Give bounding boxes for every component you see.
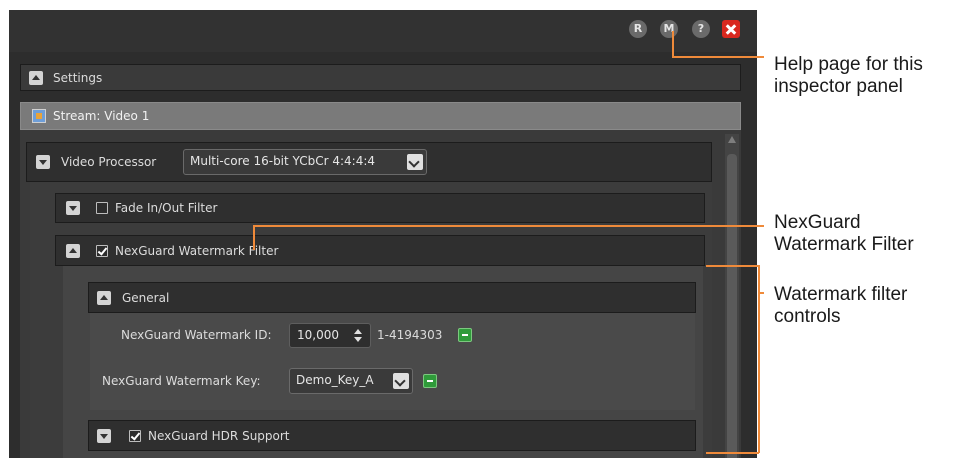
nexguard-filter-checkbox[interactable]: [96, 245, 108, 257]
m-button[interactable]: M: [660, 20, 678, 38]
fade-filter-header: Fade In/Out Filter: [55, 193, 705, 223]
hdr-support-label: NexGuard HDR Support: [148, 429, 290, 443]
callout-filter-text: NexGuard Watermark Filter: [774, 212, 914, 255]
reset-button[interactable]: [423, 374, 437, 388]
expand-toggle-icon[interactable]: [36, 155, 50, 169]
hdr-support-header: NexGuard HDR Support: [88, 420, 696, 451]
watermark-id-value: 10,000: [297, 328, 339, 342]
watermark-key-label: NexGuard Watermark Key:: [102, 374, 261, 388]
vertical-scrollbar[interactable]: [725, 134, 739, 458]
fade-filter-checkbox[interactable]: [96, 202, 108, 214]
callout-bracket-bottom: [706, 452, 759, 454]
stream-header[interactable]: Stream: Video 1: [20, 102, 741, 130]
expand-toggle-icon[interactable]: [97, 429, 111, 443]
collapse-toggle-icon[interactable]: [29, 71, 43, 85]
collapse-toggle-icon[interactable]: [66, 244, 80, 258]
callout-line: [758, 292, 764, 294]
callout-line: [672, 56, 764, 58]
video-processor-label: Video Processor: [61, 155, 157, 169]
stepper-arrows-icon[interactable]: [353, 327, 364, 344]
callout-help-text: Help page for this inspector panel: [774, 54, 923, 97]
chevron-down-icon[interactable]: [407, 154, 423, 170]
title-bar: R M ?: [9, 10, 757, 52]
general-label: General: [122, 291, 170, 305]
callout-controls-text: Watermark filter controls: [774, 284, 908, 327]
hdr-support-checkbox[interactable]: [129, 430, 141, 442]
nexguard-filter-header: NexGuard Watermark Filter: [55, 235, 705, 266]
watermark-id-range: 1-4194303: [377, 328, 443, 342]
watermark-id-label: NexGuard Watermark ID:: [121, 328, 272, 342]
video-processor-header: Video Processor Multi-core 16-bit YCbCr …: [26, 142, 712, 182]
settings-header[interactable]: Settings: [20, 64, 741, 91]
chevron-down-icon[interactable]: [393, 373, 409, 389]
video-processor-value: Multi-core 16-bit YCbCr 4:4:4:4: [190, 154, 376, 168]
stream-icon: [32, 109, 46, 123]
scroll-up-icon[interactable]: [728, 136, 736, 143]
general-header: General: [88, 282, 696, 313]
watermark-key-select[interactable]: Demo_Key_A: [289, 368, 413, 394]
collapse-toggle-icon[interactable]: [97, 291, 111, 305]
close-button[interactable]: [722, 20, 740, 38]
callout-line: [253, 226, 255, 250]
settings-label: Settings: [53, 71, 103, 85]
reset-button[interactable]: [458, 328, 472, 342]
inspector-panel: R M ? Settings Stream: Video 1 Video Pro…: [9, 10, 757, 458]
stream-label: Stream: Video 1: [53, 109, 150, 123]
callout-line: [253, 225, 764, 227]
callout-bracket-top: [706, 265, 759, 267]
video-processor-select[interactable]: Multi-core 16-bit YCbCr 4:4:4:4: [183, 149, 427, 175]
watermark-id-stepper[interactable]: 10,000: [289, 323, 371, 348]
fade-filter-label: Fade In/Out Filter: [115, 201, 218, 215]
callout-line: [672, 31, 674, 57]
expand-toggle-icon[interactable]: [66, 201, 80, 215]
r-button[interactable]: R: [629, 20, 647, 38]
watermark-key-value: Demo_Key_A: [296, 373, 374, 387]
help-button[interactable]: ?: [692, 20, 710, 38]
scroll-thumb[interactable]: [727, 154, 737, 458]
